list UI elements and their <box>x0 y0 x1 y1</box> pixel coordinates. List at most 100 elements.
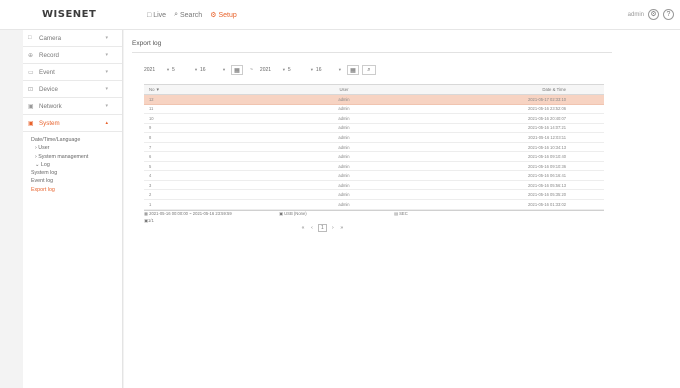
table-row[interactable]: 4 admin 2021-05-16 06:16:41 <box>144 171 604 181</box>
sidebar-item-system[interactable]: ▣ System ▴ <box>23 115 122 132</box>
calendar-icon[interactable]: ▦ <box>231 65 243 75</box>
submenu-system-log[interactable]: System log <box>31 169 122 177</box>
cell-no: 10 <box>149 115 154 121</box>
cell-user: admin <box>338 173 350 179</box>
table-row[interactable]: 1 admin 2021-05-16 01:33:02 <box>144 200 604 210</box>
column-user: User <box>339 87 349 92</box>
summary-user: ▣ USB (None) <box>279 211 307 216</box>
table-row[interactable]: 11 admin 2021-05-16 23:52:06 <box>144 105 604 115</box>
month-dropdown-arrow[interactable]: ▾ <box>192 67 200 73</box>
submenu-export-log[interactable]: Export log <box>31 186 122 194</box>
table-row[interactable]: 3 admin 2021-05-16 05:56:13 <box>144 181 604 191</box>
search-button[interactable]: ⌕ <box>361 65 376 75</box>
year-dropdown-arrow[interactable]: ▾ <box>164 67 172 73</box>
table-row[interactable]: 8 admin 2021-05-16 12:03:11 <box>144 133 604 143</box>
device-icon: ⊡ <box>28 86 34 93</box>
chevron-down-icon: ▾ <box>105 35 108 41</box>
system-icon: ▣ <box>28 120 34 127</box>
submenu-log-label: Log <box>40 161 50 168</box>
table-row[interactable]: 5 admin 2021-05-16 09:10:36 <box>144 162 604 172</box>
chevron-down-icon: ▾ <box>105 69 108 75</box>
cell-no: 12 <box>149 96 154 102</box>
table-row[interactable]: 9 admin 2021-05-16 14:07:21 <box>144 124 604 134</box>
search-icon: ⌕ <box>174 11 178 18</box>
submenu-log[interactable]: ⌄ Log <box>31 161 122 169</box>
submenu-system-management-label: System management <box>38 153 89 160</box>
next-page-button[interactable]: › <box>330 225 336 231</box>
chevron-up-icon: ▴ <box>105 120 108 126</box>
last-page-button[interactable]: » <box>339 225 345 231</box>
day-dropdown-arrow[interactable]: ▾ <box>336 67 344 73</box>
cell-date-time: 2021-05-16 23:52:06 <box>527 106 566 112</box>
range-separator: ~ <box>250 67 253 73</box>
event-icon: ▭ <box>28 69 34 76</box>
summary-count: ▣ 1/1 <box>144 218 154 223</box>
submenu-date-time-language[interactable]: Date/Time/Language <box>31 136 122 144</box>
cell-user: admin <box>338 106 350 112</box>
from-year[interactable]: 2021 <box>144 67 164 73</box>
first-page-button[interactable]: « <box>300 225 306 231</box>
help-icon[interactable]: ? <box>663 9 674 20</box>
cell-no: 8 <box>149 134 152 140</box>
calendar-icon[interactable]: ▦ <box>346 65 359 75</box>
page-title: Export log <box>132 40 162 47</box>
chevron-down-icon: ▾ <box>105 103 108 109</box>
cell-date-time: 2021-05-16 14:07:21 <box>527 125 566 131</box>
network-icon: ▣ <box>28 103 34 110</box>
current-page[interactable]: 1 <box>318 224 327 232</box>
summary-user-text: USB (None) <box>284 211 307 216</box>
from-day[interactable]: 16 <box>200 67 220 73</box>
nav-search[interactable]: ⌕ Search <box>174 11 202 19</box>
table-header: No ▼ User Date & Time <box>144 84 604 95</box>
cell-user: admin <box>338 115 350 121</box>
cell-date-time: 2021-05-16 01:33:02 <box>527 201 566 207</box>
table-row[interactable]: 12 admin 2021-05-17 02:33:10 <box>144 95 604 105</box>
submenu-event-log[interactable]: Event log <box>31 177 122 185</box>
prev-page-button[interactable]: ‹ <box>309 225 315 231</box>
table-row[interactable]: 2 admin 2021-05-16 05:35:20 <box>144 190 604 201</box>
to-day[interactable]: 16 <box>316 67 336 73</box>
sidebar-item-network[interactable]: ▣ Network ▾ <box>23 98 122 115</box>
export-log-table: No ▼ User Date & Time 12 admin 2021-05-17 … <box>144 84 604 211</box>
table-row[interactable]: 10 admin 2021-05-16 20:40:07 <box>144 114 604 124</box>
sidebar-item-device[interactable]: ⊡ Device ▾ <box>23 81 122 98</box>
submenu-user[interactable]: › User <box>31 144 122 152</box>
to-month[interactable]: 5 <box>288 67 308 73</box>
cell-no: 4 <box>149 173 152 179</box>
cell-no: 2 <box>149 192 152 198</box>
column-date-time: Date & Time <box>542 87 566 92</box>
sidebar-item-event[interactable]: ▭ Event ▾ <box>23 64 122 81</box>
cell-user: admin <box>338 96 350 102</box>
from-month[interactable]: 5 <box>172 67 192 73</box>
log-summary: ▦ 2021-05-16 00:00:00 ~ 2021-05-16 23:59… <box>144 210 408 224</box>
summary-format: ▤ SEC <box>394 211 408 216</box>
sidebar-item-camera[interactable]: □ Camera ▾ <box>23 30 122 47</box>
to-year[interactable]: 2021 <box>260 67 280 73</box>
nav-live[interactable]: □ Live <box>147 11 166 19</box>
summary-line: ▦ 2021-05-16 00:00:00 ~ 2021-05-16 23:59… <box>144 210 408 217</box>
cell-date-time: 2021-05-16 05:56:13 <box>527 182 566 188</box>
record-icon: ⊕ <box>28 52 34 59</box>
sidebar-item-record[interactable]: ⊕ Record ▾ <box>23 47 122 64</box>
cell-date-time: 2021-05-16 09:10:36 <box>527 163 566 169</box>
cell-date-time: 2021-05-17 02:33:10 <box>527 96 566 102</box>
month-dropdown-arrow[interactable]: ▾ <box>308 67 316 73</box>
cell-no: 1 <box>149 201 152 207</box>
main-panel: Export log 2021 ▾ 5 ▾ 16 ▾ ▦ ~ 2021 ▾ 5 … <box>124 30 680 388</box>
to-date: 2021 ▾ 5 ▾ 16 ▾ ▦ <box>260 65 359 75</box>
search-icon: ⌕ <box>367 66 371 73</box>
table-row[interactable]: 6 admin 2021-05-16 09:10:40 <box>144 152 604 162</box>
table-row[interactable]: 7 admin 2021-05-16 10:34:13 <box>144 143 604 153</box>
settings-icon[interactable]: ⚙ <box>648 9 659 20</box>
summary-format-text: SEC <box>399 211 408 216</box>
cell-user: admin <box>338 192 350 198</box>
submenu-system-management[interactable]: › System management <box>31 153 122 161</box>
cell-user: admin <box>338 125 350 131</box>
year-dropdown-arrow[interactable]: ▾ <box>280 67 288 73</box>
chevron-down-icon: ▾ <box>105 52 108 58</box>
day-dropdown-arrow[interactable]: ▾ <box>220 67 228 73</box>
nav-setup[interactable]: ⚙ Setup <box>210 11 237 20</box>
cell-date-time: 2021-05-16 12:03:11 <box>528 134 566 140</box>
column-no[interactable]: No ▼ <box>144 87 264 92</box>
from-date: 2021 ▾ 5 ▾ 16 ▾ ▦ <box>144 65 243 75</box>
